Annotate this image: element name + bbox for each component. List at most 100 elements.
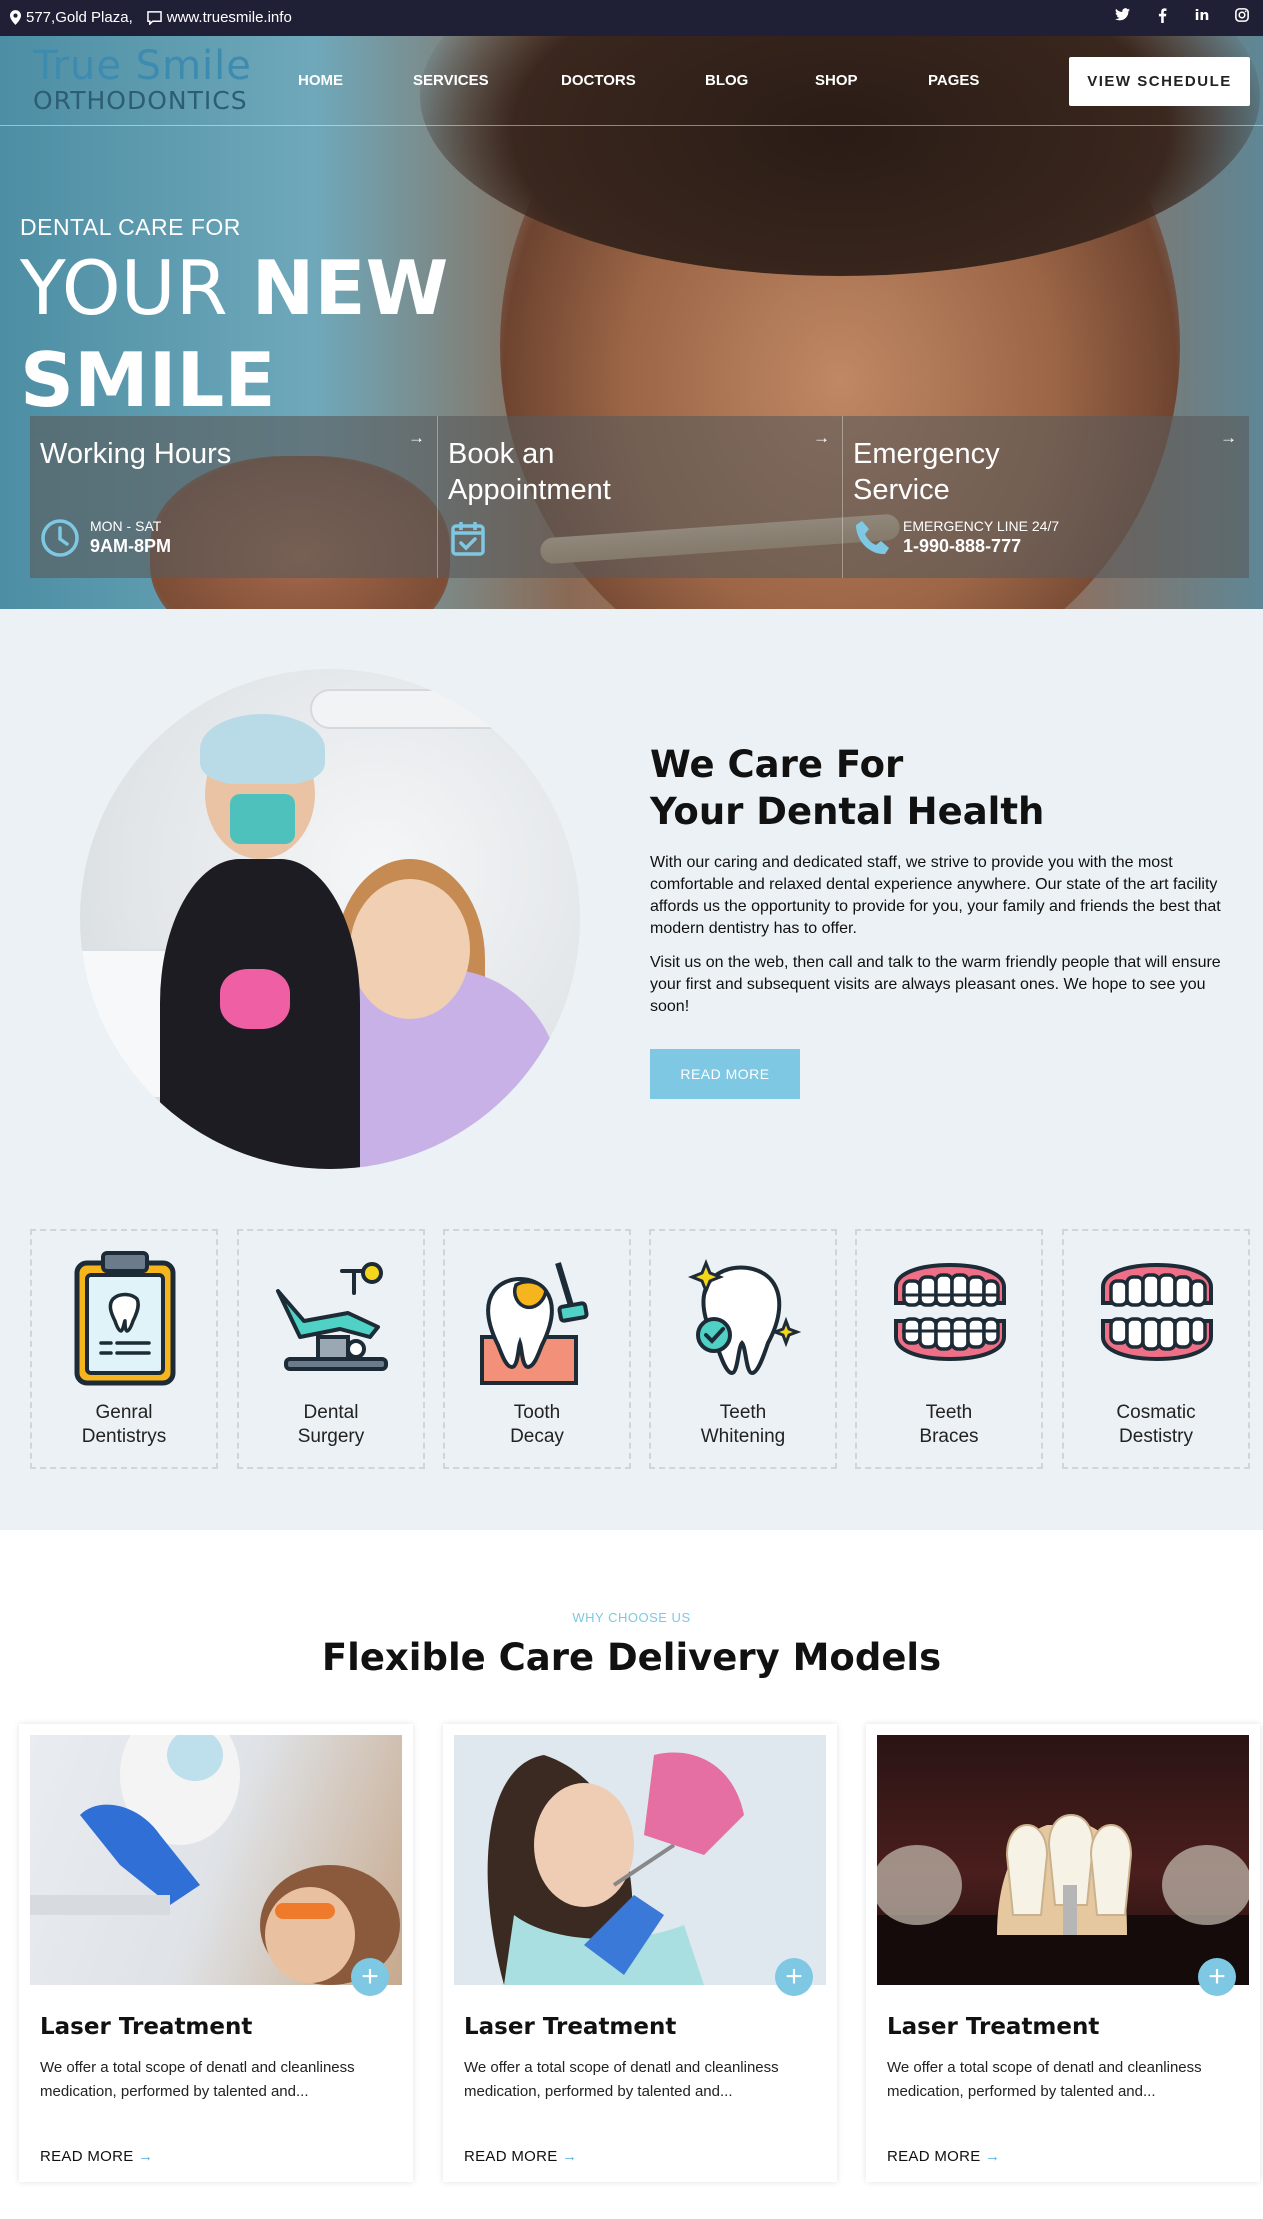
map-pin-icon [10, 10, 21, 25]
service-tooth-decay[interactable]: Tooth Decay [443, 1229, 631, 1469]
service-label: Genral Dentistrys [32, 1401, 216, 1449]
book-appointment-title: Book an Appointment [448, 438, 611, 506]
service-label-line2: Destistry [1119, 1426, 1193, 1447]
clock-icon [41, 519, 79, 557]
twitter-icon[interactable] [1113, 8, 1131, 27]
care-title: We Care For Your Dental Health [650, 741, 1044, 835]
card-read-more-label[interactable]: READ MORE [40, 2148, 134, 2165]
nav-home[interactable]: HOME [298, 72, 343, 89]
expand-plus-button[interactable]: + [351, 1958, 389, 1996]
nav-services[interactable]: SERVICES [413, 72, 489, 89]
top-contact: 577,Gold Plaza, www.truesmile.info [10, 9, 292, 26]
hero-title-bold-2: SMILE [20, 336, 276, 424]
card-image [877, 1735, 1249, 1985]
card-title: Laser Treatment [40, 2014, 253, 2040]
denture-icon [1101, 1262, 1213, 1362]
service-teeth-whitening[interactable]: Teeth Whitening [649, 1229, 837, 1469]
service-label: Tooth Decay [445, 1401, 629, 1449]
dental-chair-icon [276, 1262, 388, 1371]
emergency-phone[interactable]: 1-990-888-777 [903, 536, 1021, 557]
service-label: Teeth Braces [857, 1401, 1041, 1449]
card-read-more-label[interactable]: READ MORE [464, 2148, 558, 2165]
hero-subtitle: DENTAL CARE FOR [20, 214, 241, 240]
service-label-line2: Braces [919, 1426, 979, 1447]
instagram-icon[interactable] [1233, 8, 1251, 27]
arrow-right-icon: → [138, 2148, 154, 2165]
services-row: Genral Dentistrys Dental Surgery Tooth D… [30, 1229, 1250, 1469]
hero-info-row: Working Hours → MON - SAT 9AM-8PM Book a… [30, 416, 1249, 578]
service-label-line2: Surgery [297, 1426, 365, 1447]
dental-exam-photo [454, 1735, 826, 1985]
service-label-line1: Genral [95, 1402, 153, 1423]
service-label: Dental Surgery [239, 1401, 423, 1449]
address: 577,Gold Plaza, [10, 9, 133, 26]
read-more-button[interactable]: READ MORE [650, 1049, 800, 1099]
emergency-service-title: Emergency Service [853, 438, 1000, 506]
care-photo-patient-face [350, 879, 470, 1019]
dental-implant-model-photo [877, 1813, 1249, 1985]
service-label: Cosmatic Destistry [1064, 1401, 1248, 1449]
working-hours-box[interactable]: Working Hours → MON - SAT 9AM-8PM [30, 416, 438, 578]
care-photo-glove [220, 969, 290, 1029]
phone-icon [856, 521, 889, 555]
linkedin-icon[interactable]: in [1193, 8, 1211, 27]
card-read-more-link[interactable]: READ MORE → [40, 2148, 153, 2165]
laser-treatment-photo [30, 1735, 400, 1985]
website[interactable]: www.truesmile.info [146, 9, 292, 26]
arrow-right-icon[interactable]: → [408, 428, 425, 448]
address-text: 577,Gold Plaza, [26, 9, 133, 26]
card-title: Laser Treatment [464, 2014, 677, 2040]
service-general-dentistry[interactable]: Genral Dentistrys [30, 1229, 218, 1469]
emergency-service-box[interactable]: Emergency Service → EMERGENCY LINE 24/7 … [843, 416, 1249, 578]
service-label: Teeth Whitening [651, 1401, 835, 1449]
hero-title-light: YOUR [20, 244, 228, 332]
card-image [454, 1735, 826, 1985]
teeth-braces-icon [894, 1262, 1006, 1362]
expand-plus-button[interactable]: + [775, 1958, 813, 1996]
expand-plus-button[interactable]: + [1198, 1958, 1236, 1996]
website-text[interactable]: www.truesmile.info [167, 9, 292, 26]
nav-blog[interactable]: BLOG [705, 72, 748, 89]
treatment-card[interactable]: + Laser Treatment We offer a total scope… [866, 1724, 1260, 2182]
card-description: We offer a total scope of denatl and cle… [40, 2059, 355, 2100]
emergency-line-label: EMERGENCY LINE 24/7 [903, 518, 1060, 534]
tooth-whitening-icon [687, 1258, 802, 1376]
book-appointment-box[interactable]: Book an Appointment → [438, 416, 843, 578]
facebook-icon[interactable] [1153, 8, 1171, 27]
logo-line1: True Smile [33, 43, 252, 89]
logo[interactable]: True Smile ORTHODONTICS [33, 44, 258, 114]
card-read-more-link[interactable]: READ MORE → [464, 2148, 577, 2165]
why-choose-us-section: WHY CHOOSE US Flexible Care Delivery Mod… [0, 1530, 1263, 2219]
nav-shop[interactable]: SHOP [815, 72, 858, 89]
nav-divider [0, 125, 1263, 126]
hero-title: YOUR NEW SMILE [20, 242, 470, 426]
service-dental-surgery[interactable]: Dental Surgery [237, 1229, 425, 1469]
calendar-icon [451, 522, 485, 556]
arrow-right-icon: → [985, 2148, 1001, 2165]
care-section: We Care For Your Dental Health With our … [0, 609, 1263, 1530]
service-teeth-braces[interactable]: Teeth Braces [855, 1229, 1043, 1469]
nav-doctors[interactable]: DOCTORS [561, 72, 636, 89]
arrow-right-icon[interactable]: → [813, 428, 830, 448]
care-title-line1: We Care For [650, 743, 904, 786]
card-read-more-link[interactable]: READ MORE → [887, 2148, 1000, 2165]
treatment-card[interactable]: + Laser Treatment We offer a total scope… [19, 1724, 413, 2182]
arrow-right-icon: → [562, 2148, 578, 2165]
service-cosmetic-dentistry[interactable]: Cosmatic Destistry [1062, 1229, 1250, 1469]
treatment-card[interactable]: + Laser Treatment We offer a total scope… [443, 1724, 837, 2182]
service-label-line2: Decay [510, 1426, 564, 1447]
service-label-line2: Whitening [700, 1426, 786, 1447]
section-title: Flexible Care Delivery Models [321, 1636, 942, 1679]
care-paragraph-2: Visit us on the web, then call and talk … [650, 954, 1221, 1015]
dental-xray-icon [74, 1251, 176, 1386]
arrow-right-icon[interactable]: → [1220, 428, 1237, 448]
service-label-line1: Teeth [925, 1402, 973, 1423]
service-label-line2: Dentistrys [81, 1426, 167, 1447]
card-read-more-label[interactable]: READ MORE [887, 2148, 981, 2165]
view-schedule-button[interactable]: VIEW SCHEDULE [1069, 57, 1250, 106]
nav-pages[interactable]: PAGES [928, 72, 979, 89]
logo-line2: ORTHODONTICS [33, 86, 248, 115]
social-links: in [1113, 8, 1251, 27]
card-image [30, 1735, 402, 1985]
card-title: Laser Treatment [887, 2014, 1100, 2040]
